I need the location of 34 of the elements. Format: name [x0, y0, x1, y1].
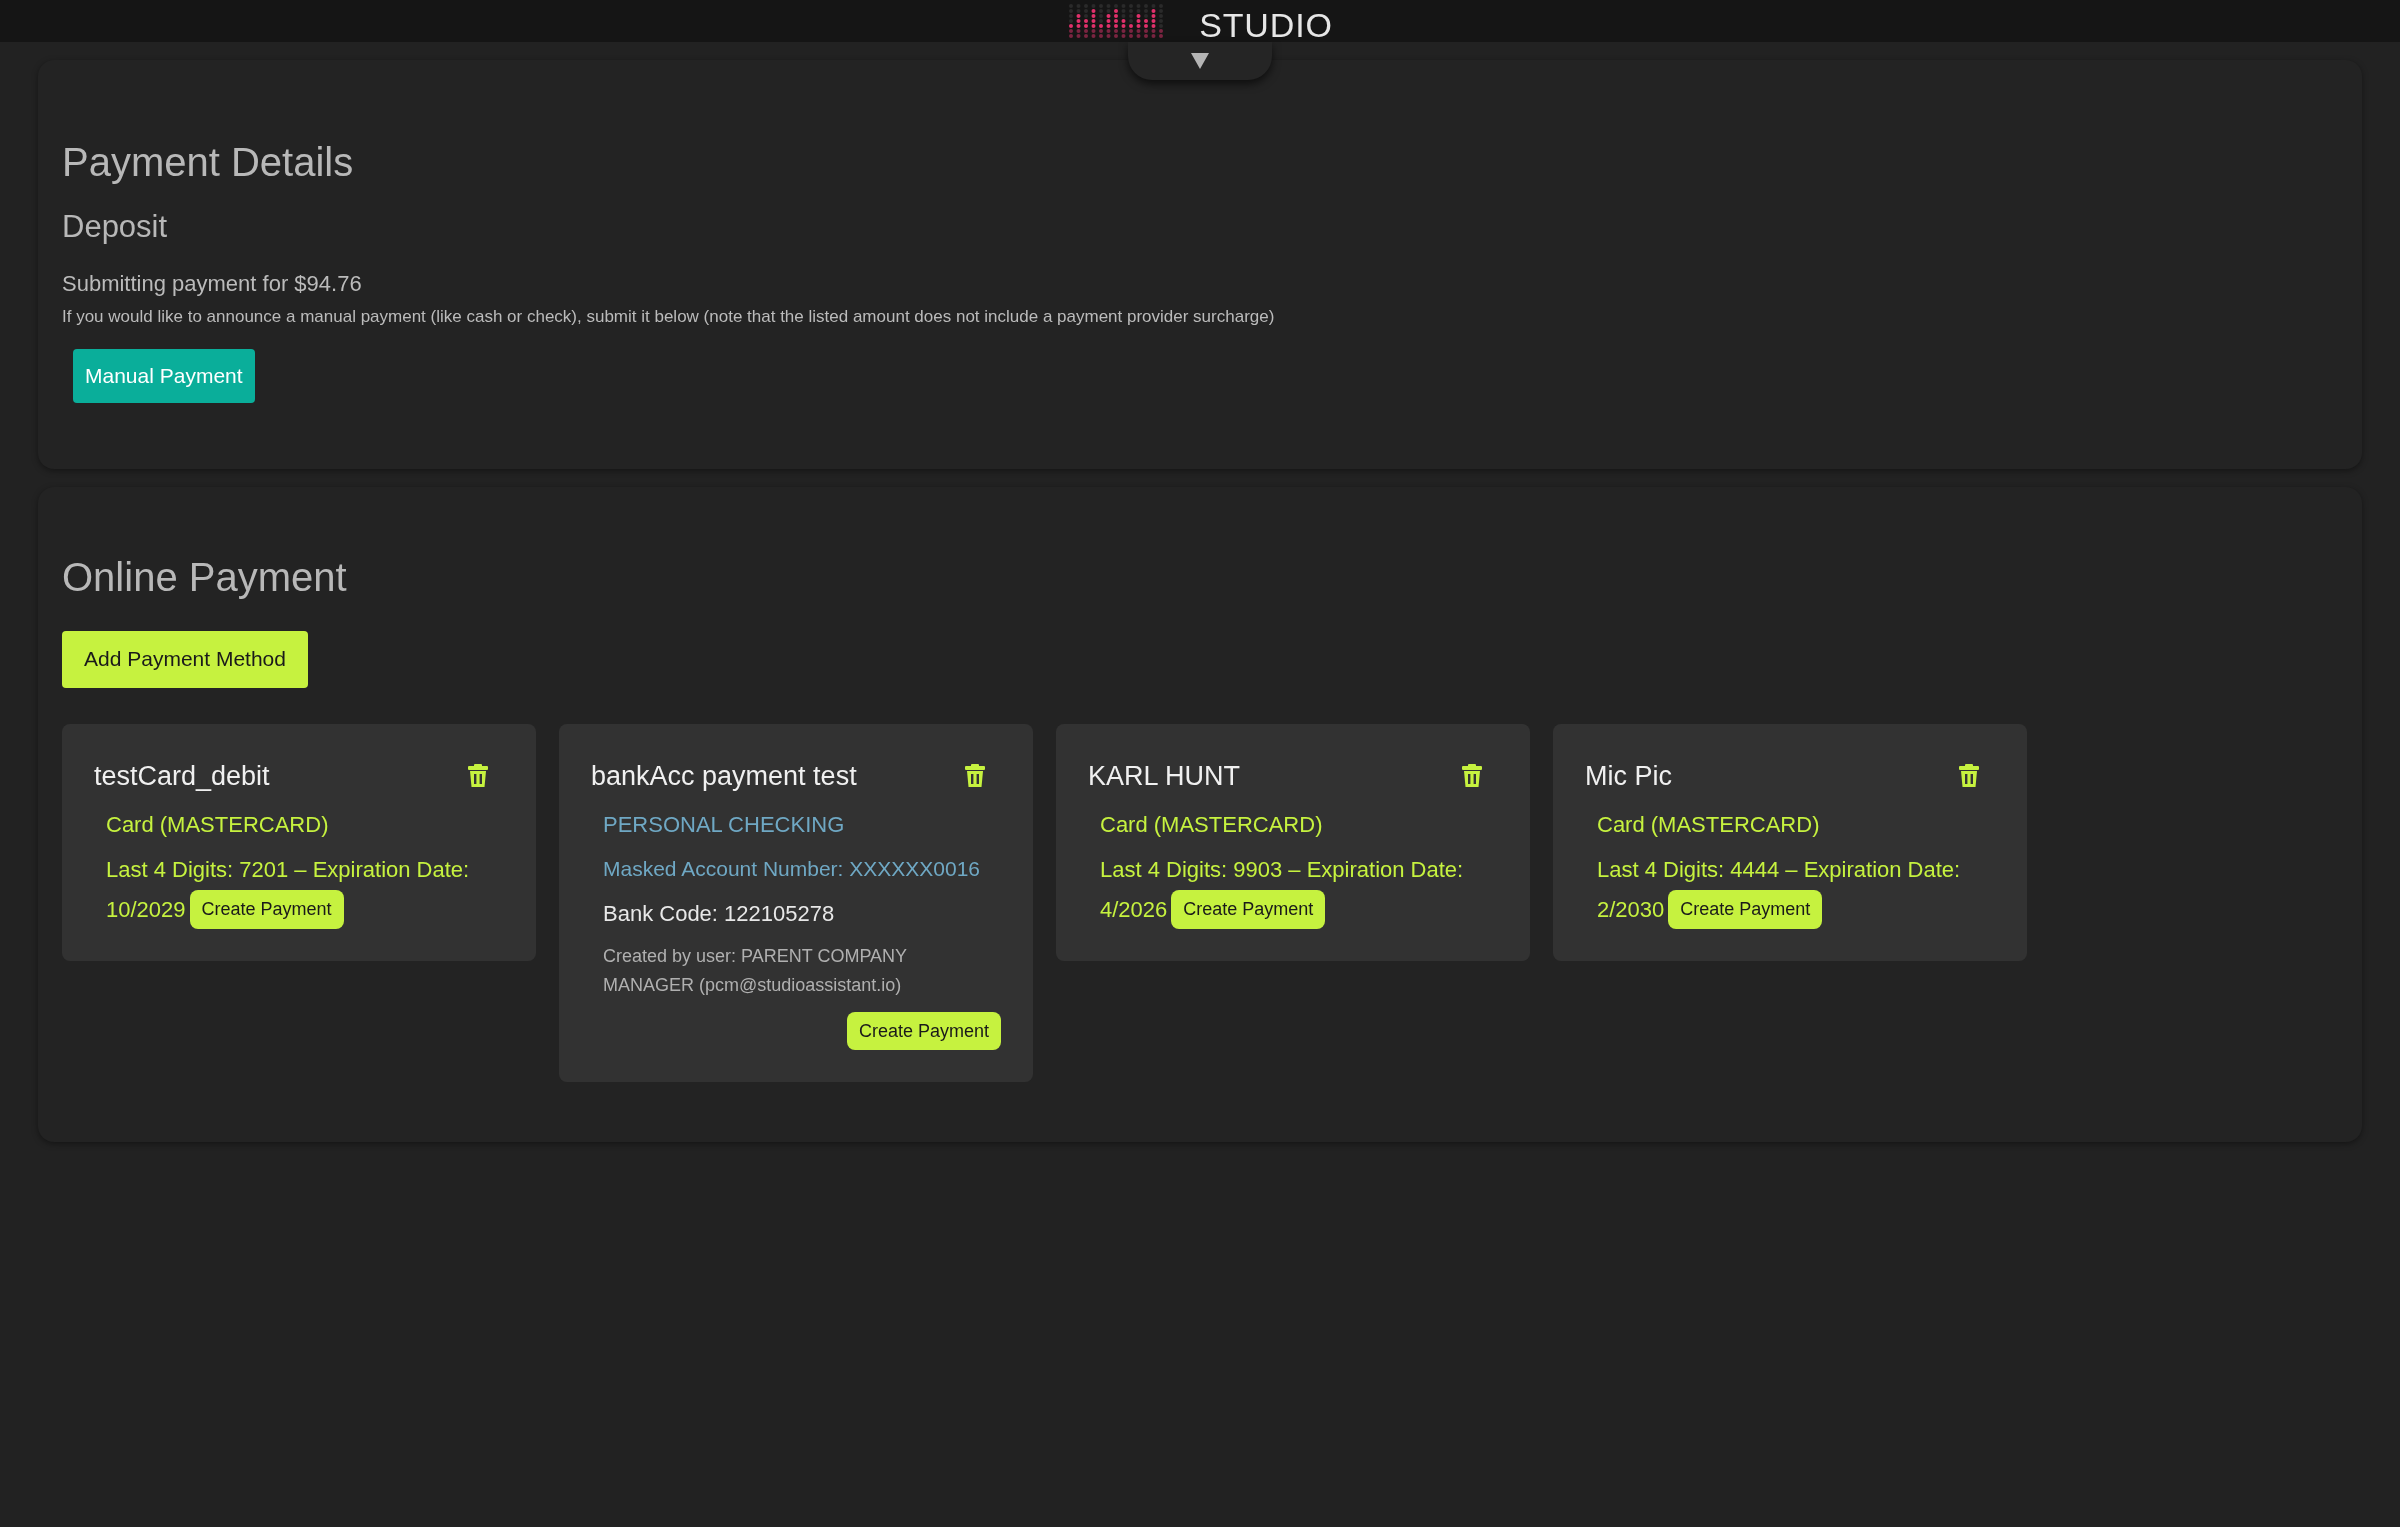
- section-title: Deposit: [62, 208, 168, 246]
- payment-method-name: KARL HUNT: [1088, 759, 1241, 793]
- card-type-text: Card (MASTERCARD): [1100, 811, 1324, 839]
- expiration-date-text: 10/2029: [106, 895, 186, 924]
- create-payment-button[interactable]: Create Payment: [189, 890, 344, 929]
- add-payment-method-button[interactable]: Add Payment Method: [62, 631, 308, 688]
- account-type-text: PERSONAL CHECKING: [603, 811, 846, 839]
- expiration-date-text: 2/2030: [1597, 895, 1665, 924]
- expiration-date-text: 4/2026: [1100, 895, 1168, 924]
- summary-text: Submitting payment for $94.76: [62, 269, 362, 298]
- card-type-text: Card (MASTERCARD): [106, 811, 330, 839]
- trash-icon[interactable]: [965, 763, 985, 788]
- create-payment-button[interactable]: Create Payment: [1171, 890, 1326, 929]
- trash-icon[interactable]: [1462, 763, 1482, 788]
- card-type-text: Card (MASTERCARD): [1597, 811, 1821, 839]
- down-triangle-icon: [1191, 53, 1209, 69]
- payment-method-name: Mic Pic: [1585, 759, 1672, 793]
- payment-method-name: bankAcc payment test: [591, 759, 857, 793]
- page-title: Payment Details: [62, 139, 354, 186]
- header-toggle-tab[interactable]: [1128, 42, 1272, 80]
- payment-method-name: testCard_debit: [94, 759, 270, 793]
- create-payment-button[interactable]: Create Payment: [846, 1011, 1001, 1050]
- section-title: Online Payment: [62, 554, 347, 602]
- note-text: If you would like to announce a manual payment (like cash or check), submit it below (note that the listed amount does not include a payment provider surcharge): [62, 305, 1275, 328]
- created-by-text: Created by user: PARENT COMPANY MANAGER (pcm@studioassistant.io): [603, 944, 908, 997]
- masked-account-text: Masked Account Number: XXXXXX0016: [603, 856, 982, 882]
- card-details-text: Last 4 Digits: 4444 – Expiration Date:: [1597, 856, 1962, 884]
- create-payment-button[interactable]: Create Payment: [1668, 890, 1823, 929]
- card-details-text: Last 4 Digits: 9903 – Expiration Date:: [1100, 856, 1465, 884]
- card-details-text: Last 4 Digits: 7201 – Expiration Date:: [106, 856, 471, 884]
- bank-code-text: Bank Code: 122105278: [603, 899, 836, 928]
- trash-icon[interactable]: [1959, 763, 1979, 788]
- trash-icon[interactable]: [468, 763, 488, 788]
- logo-text: STUDIO: [1199, 8, 1333, 42]
